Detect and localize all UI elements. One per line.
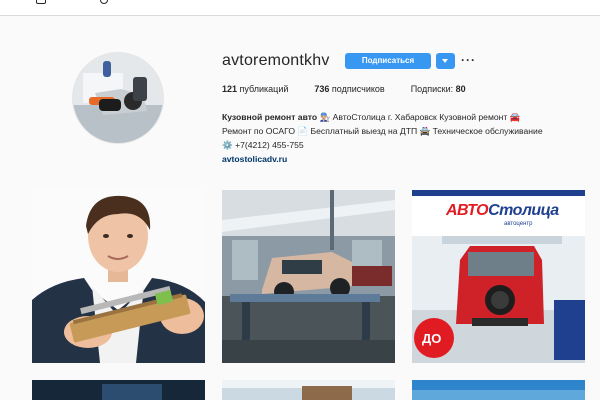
followers-count: 736 (314, 84, 330, 94)
post-tile-5[interactable] (222, 380, 395, 400)
camera-icon[interactable] (36, 0, 46, 4)
top-nav-bar (0, 0, 600, 16)
bio-name: Кузовной ремонт авто (222, 112, 318, 122)
posts-label: публикаций (237, 84, 289, 94)
profile-website-link[interactable]: avtostolicadv.ru (222, 152, 592, 166)
profile-stats: 121 публикаций 736 подписчиков Подписки:… (222, 84, 492, 94)
bio-line-2: Ремонт по ОСАГО 📄 Бесплатный выезд на ДТ… (222, 126, 543, 136)
posts-count: 121 (222, 84, 238, 94)
post-1-image (32, 190, 205, 363)
bio-line-3: ⚙️ +7(4212) 455-755 (222, 140, 304, 150)
posts-stat: 121 публикаций (222, 84, 288, 94)
brand-logo-part-2: Столица (488, 202, 559, 219)
brand-logo-part-1: АВТО (446, 202, 489, 219)
post-6-image (412, 380, 585, 400)
post-tile-4[interactable] (32, 380, 205, 400)
post-2-image (222, 190, 395, 363)
profile-avatar[interactable] (72, 52, 164, 144)
avatar-photo (73, 53, 163, 143)
post-tile-6[interactable] (412, 380, 585, 400)
profile-username: avtoremontkhv (222, 52, 330, 69)
bio-line-1: Кузовной ремонт авто 👨🏼‍🔧 АвтоСтолица г.… (222, 110, 592, 124)
explore-icon[interactable] (100, 0, 108, 4)
post-4-image (32, 380, 205, 400)
profile-bio: Кузовной ремонт авто 👨🏼‍🔧 АвтоСтолица г.… (222, 110, 592, 166)
following-stat[interactable]: Подписки: 80 (411, 84, 466, 94)
more-options-button[interactable]: ··· (461, 53, 476, 67)
brand-logo: АВТОСтолица (446, 202, 559, 220)
followers-label: подписчиков (329, 84, 385, 94)
following-label: Подписки: (410, 84, 456, 94)
brand-subtitle: автоцентр (504, 221, 533, 227)
follow-button[interactable]: Подписаться (345, 53, 431, 69)
promo-url: AVTOSTOLICADV.RU (424, 198, 474, 204)
post-tile-1[interactable] (32, 190, 205, 363)
post-5-image (222, 380, 395, 400)
multi-photo-icon (564, 198, 577, 211)
following-count: 80 (455, 84, 466, 94)
followers-stat[interactable]: 736 подписчиков (314, 84, 384, 94)
bio-line-1-text: 👨🏼‍🔧 АвтоСтолица г. Хабаровск Кузовной р… (319, 112, 521, 122)
promo-badge: ДО (422, 331, 442, 346)
post-tile-2[interactable] (222, 190, 395, 363)
suggestions-dropdown-button[interactable] (436, 53, 455, 69)
post-tile-3[interactable]: АВТОСтолица автоцентр ДО AVTOSTOLICADV.R… (412, 190, 585, 363)
